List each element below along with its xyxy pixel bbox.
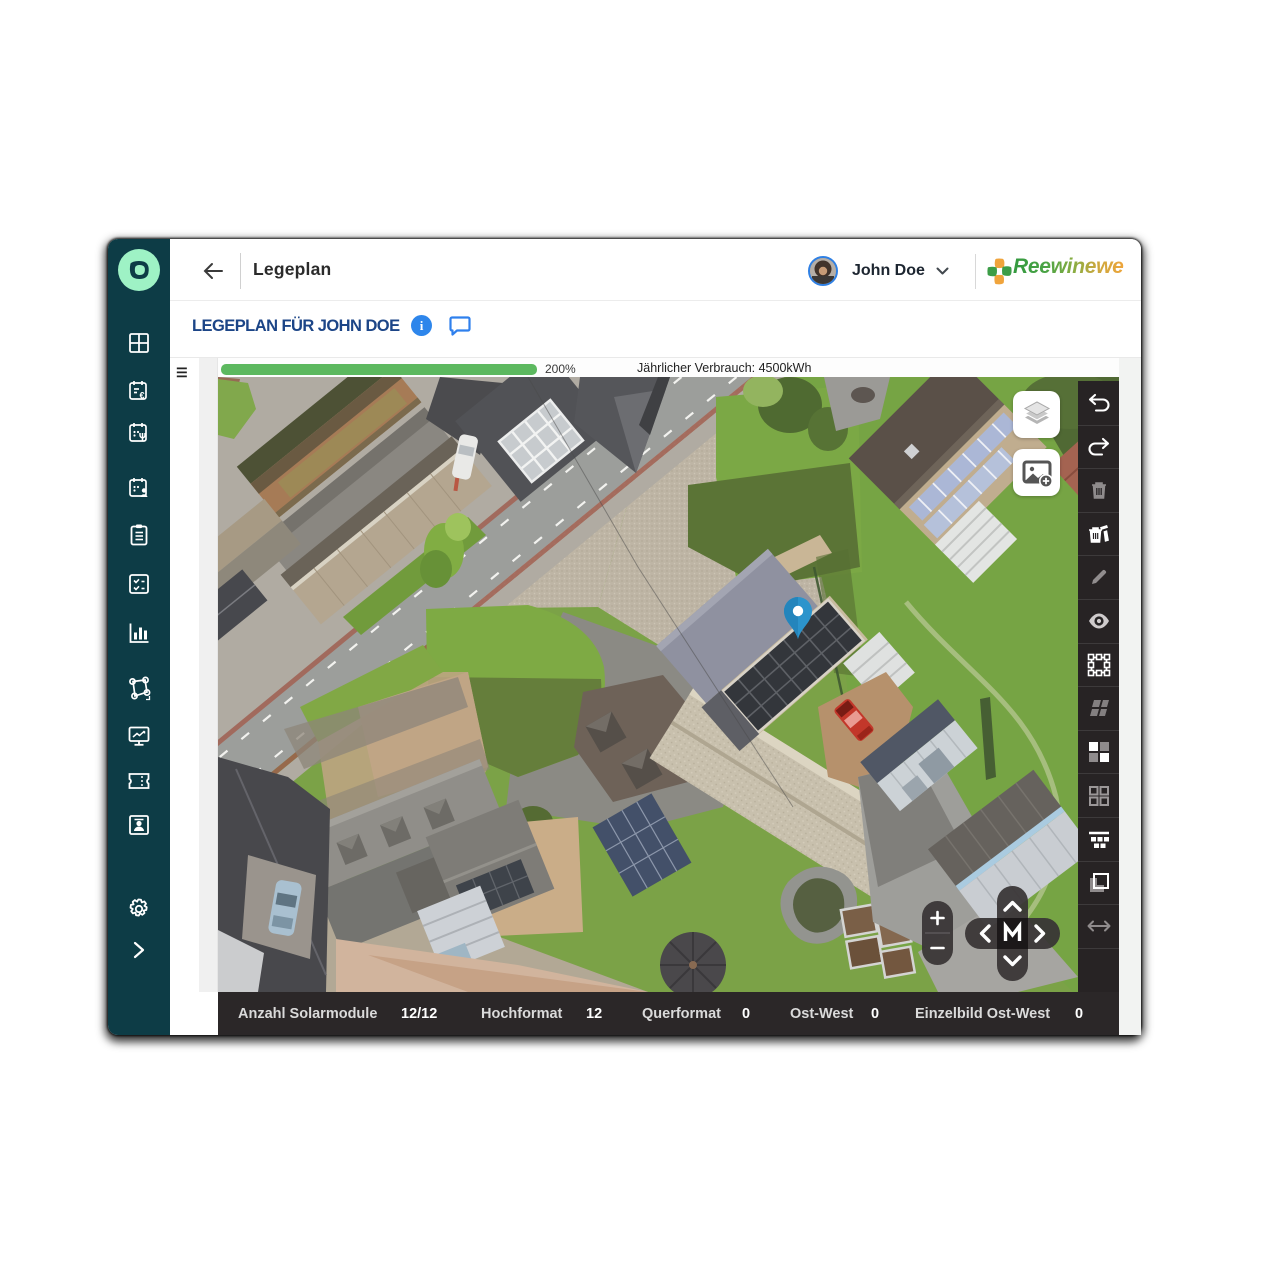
svg-text:€: €	[139, 391, 144, 401]
